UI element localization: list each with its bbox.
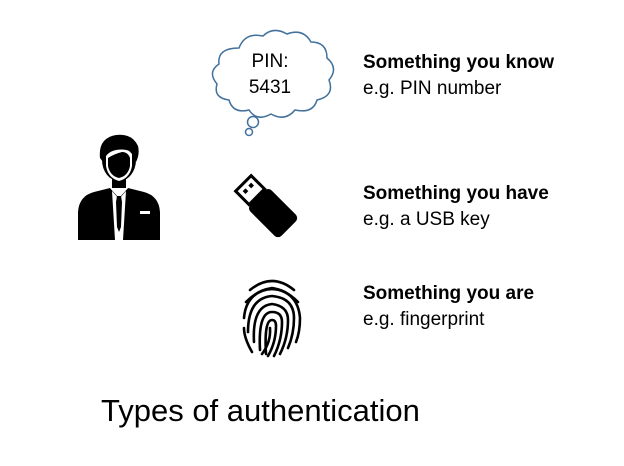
factor-something-you-know: Something you know e.g. PIN number — [363, 52, 554, 100]
factor-title: Something you have — [363, 183, 549, 204]
fingerprint-icon — [242, 279, 302, 358]
factor-example: e.g. a USB key — [363, 209, 490, 230]
factor-something-you-have: Something you have e.g. a USB key — [363, 183, 549, 231]
pin-label: PIN: — [251, 51, 289, 72]
factor-title: Something you are — [363, 283, 535, 304]
businessman-icon — [78, 134, 160, 240]
usb-key-icon — [233, 173, 298, 238]
factor-example: e.g. PIN number — [363, 78, 502, 99]
factor-something-you-are: Something you are e.g. fingerprint — [363, 283, 534, 331]
factor-title: Something you know — [363, 52, 555, 73]
diagram-caption: Types of authentication — [101, 393, 420, 428]
pin-value: 5431 — [248, 77, 292, 98]
factor-example: e.g. fingerprint — [363, 309, 485, 330]
